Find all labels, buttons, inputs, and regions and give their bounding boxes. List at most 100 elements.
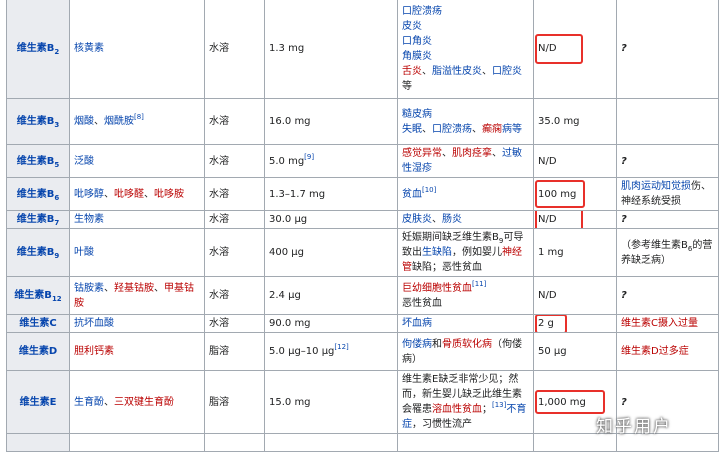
citation-link[interactable]: [12]	[334, 343, 348, 351]
text-run[interactable]: 口角炎	[402, 36, 432, 47]
text-run[interactable]: 舌炎	[402, 66, 422, 77]
text-run[interactable]: 口腔溃疡	[402, 6, 442, 17]
text-run[interactable]: 症	[402, 419, 412, 430]
deficiency-line: 坏血病	[402, 316, 529, 331]
text-run[interactable]: 失眠	[402, 124, 422, 135]
text-run[interactable]: 性湿疹	[402, 163, 432, 174]
text-run[interactable]: 生育酚	[74, 397, 104, 408]
vitamin-name-cell[interactable]: 维生素B12	[6, 276, 70, 315]
deficiency-line: 巨幼细胞性贫血[11]	[402, 280, 529, 296]
vitamin-name-cell[interactable]: 维生素B3	[6, 98, 70, 145]
text-run[interactable]: 骨质软化病	[442, 339, 492, 350]
text-run[interactable]: 癫痫	[482, 124, 502, 135]
vitamin-table-body: 维生素B2 核黄素 水溶 1.3 mg 口腔溃疡 皮炎 口角炎 角膜炎 舌炎、脂溢性皮炎、口腔炎…	[6, 0, 719, 452]
deficiency-line: 病）	[402, 352, 529, 367]
deficiency-cell: 皮肤炎、肠炎	[397, 210, 534, 229]
text-run[interactable]: 抗坏血酸	[74, 318, 114, 329]
chemical-name-cell: 胆利钙素	[69, 332, 205, 371]
text-run[interactable]: 维生素D过多症	[621, 346, 689, 357]
citation-link[interactable]: [10]	[422, 186, 436, 194]
text-run[interactable]: 肠炎	[442, 214, 462, 225]
text-run: 缺陷；恶性贫血	[412, 262, 482, 273]
deficiency-line: 会罹患溶血性贫血；[13]不育	[402, 402, 529, 417]
text-run[interactable]: 吡哆胺	[154, 189, 184, 200]
deficiency-line: 致出生缺陷，例如婴儿神经	[402, 245, 529, 260]
vitamin-name-cell[interactable]: 维生素B2	[6, 0, 70, 99]
intake-value: 90.0 mg	[269, 318, 311, 329]
overdose-cell	[616, 98, 719, 145]
text-run[interactable]: 生物素	[74, 214, 104, 225]
text-run[interactable]: 感觉异常	[402, 148, 442, 159]
text-run: 恶性贫血	[402, 297, 442, 309]
text-run[interactable]: 肌肉运动知觉损	[621, 181, 691, 192]
text-run: ?	[621, 290, 627, 301]
text-run[interactable]: 巨幼细胞性贫血	[402, 283, 472, 294]
vitamin-name-cell[interactable]: 维生素B9	[6, 228, 70, 277]
deficiency-line: 舌炎、脂溢性皮炎、口腔炎	[402, 64, 529, 79]
intake-value: 400 μg	[269, 247, 304, 258]
text-run[interactable]: 过敏	[502, 148, 522, 159]
solubility-cell: 脂溶	[204, 370, 265, 434]
citation-link[interactable]: [9]	[304, 153, 314, 161]
text-run[interactable]: 烟酸	[74, 116, 94, 127]
citation-link[interactable]: [13]	[492, 401, 506, 409]
text-run[interactable]: 佝偻病	[402, 339, 432, 350]
text-run[interactable]: 贫血	[402, 189, 422, 200]
text-run[interactable]: 羟基钴胺	[114, 283, 154, 294]
text-run[interactable]: 不育	[506, 404, 526, 415]
vitamin-name: 维生素C	[19, 318, 57, 329]
text-run: 维生素E缺乏非常少见；然	[402, 374, 519, 385]
text-run[interactable]: 三双键生育酚	[114, 397, 174, 408]
vitamin-name-cell[interactable]: 维生素B5	[6, 144, 70, 178]
text-run[interactable]: 脂溢性皮炎	[432, 66, 482, 77]
text-run[interactable]: 核黄素	[74, 43, 104, 54]
text-run[interactable]: 胆利钙素	[74, 346, 114, 357]
text-run[interactable]: 吡哆醛	[114, 189, 144, 200]
text-run: 致出	[402, 247, 422, 258]
vitamin-name-cell[interactable]: 维生素B7	[6, 210, 70, 229]
text-run: 、	[104, 188, 114, 200]
text-run[interactable]: 糙皮病	[402, 109, 432, 120]
text-run[interactable]: 钴胺素	[74, 283, 104, 294]
chemical-name-cell: 叶酸	[69, 228, 205, 277]
text-run[interactable]: 叶酸	[74, 247, 94, 258]
deficiency-line: 佝偻病和骨质软化病（佝偻	[402, 337, 529, 352]
text-run[interactable]: 神经	[502, 247, 522, 258]
text-run[interactable]: 烟酰胺	[104, 116, 134, 127]
chemical-name-cell: 烟酸、烟酰胺[8]	[69, 98, 205, 145]
text-run[interactable]: 肌肉痉挛	[452, 148, 492, 159]
text-run[interactable]: 甲基钴	[164, 283, 194, 294]
text-run[interactable]: 病等	[502, 124, 522, 135]
text-run[interactable]: 管	[402, 262, 412, 273]
text-run[interactable]: 坏血病	[402, 318, 432, 329]
citation-link[interactable]: [8]	[134, 113, 144, 121]
text-run[interactable]: 生缺陷	[422, 247, 452, 258]
text-run[interactable]: 口腔炎	[492, 66, 522, 77]
text-run[interactable]: 维生素C摄入过量	[621, 318, 698, 329]
overdose-cell: 维生素C摄入过量	[616, 314, 719, 333]
solubility-cell: 脂溶	[204, 332, 265, 371]
upper-limit-value: 100 mg	[538, 188, 577, 200]
deficiency-line: 症，习惯性流产	[402, 417, 529, 432]
chemical-name-cell: 核黄素	[69, 0, 205, 99]
text-run[interactable]: 吡哆醇	[74, 189, 104, 200]
text-run[interactable]: 溶血性贫血	[432, 404, 482, 415]
vitamin-name-cell[interactable]: 维生素B6	[6, 177, 70, 211]
text-run[interactable]: 泛酸	[74, 156, 94, 167]
vitamin-name-cell[interactable]: 维生素E	[6, 370, 70, 434]
partial-cell	[6, 433, 70, 452]
table-row: 维生素B9 叶酸 水溶 400 μg 妊娠期间缺乏维生素B9可导 致出生缺陷，例如婴儿神经…	[6, 228, 719, 277]
text-run: 、	[442, 148, 452, 159]
citation-link[interactable]: [11]	[472, 280, 486, 288]
text-run[interactable]: 口腔溃疡	[432, 124, 472, 135]
vitamin-name-cell[interactable]: 维生素D	[6, 332, 70, 371]
text-run[interactable]: 角膜炎	[402, 51, 432, 62]
upper-limit-value: N/D	[538, 43, 557, 54]
text-run[interactable]: 胺	[74, 298, 84, 309]
vitamin-table: 维生素B2 核黄素 水溶 1.3 mg 口腔溃疡 皮炎 口角炎 角膜炎 舌炎、脂溢性皮炎、口腔炎…	[6, 0, 719, 452]
upper-limit-value: 50 μg	[538, 346, 567, 357]
text-run[interactable]: 皮炎	[402, 21, 422, 32]
text-run[interactable]: 皮肤炎	[402, 214, 432, 225]
solubility-cell: 水溶	[204, 210, 265, 229]
vitamin-name-cell[interactable]: 维生素C	[6, 314, 70, 333]
